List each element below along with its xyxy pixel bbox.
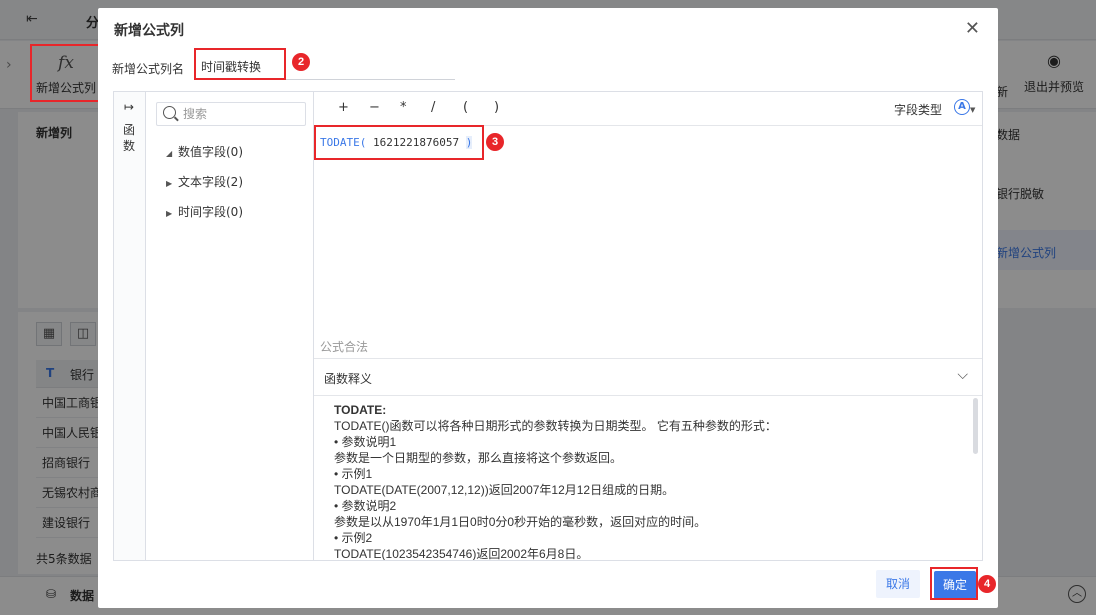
add-formula-column-dialog: 新增公式列 ✕ 新增公式列名 ↦ 函数 ◢ 数值字段(0) ▶ 文本字段(2) ▶ 时… bbox=[98, 8, 998, 608]
formula-textarea[interactable]: TODATE( 1621221876057 ) bbox=[314, 126, 982, 358]
tree-item-label: 时间字段(0) bbox=[178, 205, 243, 219]
caret-right-icon: ▶ bbox=[166, 209, 173, 218]
explanation-line: • 参数说明1 bbox=[334, 435, 397, 449]
minus-operator-button[interactable]: − bbox=[369, 100, 380, 115]
field-panel: ◢ 数值字段(0) ▶ 文本字段(2) ▶ 时间字段(0) bbox=[146, 92, 314, 560]
search-icon bbox=[163, 106, 176, 119]
cancel-button[interactable]: 取消 bbox=[876, 570, 920, 598]
explanation-line: TODATE()函数可以将各种日期形式的参数转换为日期类型。 它有五种参数的形式… bbox=[334, 419, 777, 433]
explanation-line: 参数是一个日期型的参数，那么直接将这个参数返回。 bbox=[334, 451, 623, 465]
close-paren-button[interactable]: ) bbox=[494, 100, 499, 115]
field-search[interactable] bbox=[156, 102, 306, 126]
explanation-line: TODATE(1023542354746)返回2002年6月8日。 bbox=[334, 547, 589, 560]
explanation-line: 参数是以从1970年1月1日0时0分0秒开始的毫秒数，返回对应的时间。 bbox=[334, 515, 707, 529]
open-paren-button[interactable]: ( bbox=[463, 100, 468, 115]
dialog-title: 新增公式列 bbox=[114, 23, 184, 39]
annotation-badge-2: 2 bbox=[292, 53, 310, 71]
field-type-caret-icon[interactable]: ▼ bbox=[970, 106, 975, 114]
annotation-box-3 bbox=[314, 125, 484, 160]
tree-item-label: 文本字段(2) bbox=[178, 175, 243, 189]
explanation-content: TODATE: TODATE()函数可以将各种日期形式的参数转换为日期类型。 它… bbox=[334, 402, 954, 560]
tree-item-time[interactable]: ▶ 时间字段(0) bbox=[166, 203, 243, 220]
explanation-header[interactable]: 函数释义 ⌵ bbox=[314, 358, 982, 396]
plus-operator-button[interactable]: + bbox=[338, 100, 349, 115]
annotation-box-2 bbox=[194, 48, 286, 80]
field-type-text-icon[interactable]: A bbox=[954, 99, 970, 115]
chevron-down-icon[interactable]: ⌵ bbox=[957, 367, 968, 383]
close-icon[interactable]: ✕ bbox=[965, 18, 980, 39]
divide-operator-button[interactable]: / bbox=[431, 100, 435, 115]
explanation-line: • 示例2 bbox=[334, 531, 373, 545]
field-type-label: 字段类型 bbox=[894, 103, 943, 117]
explanation-title: 函数释义 bbox=[324, 372, 373, 386]
expand-function-icon[interactable]: ↦ bbox=[124, 100, 134, 114]
tree-item-text[interactable]: ▶ 文本字段(2) bbox=[166, 173, 243, 190]
caret-right-icon: ▶ bbox=[166, 179, 173, 188]
operator-bar: + − * / ( ) 字段类型 A ▼ bbox=[314, 92, 982, 126]
function-side-tab[interactable]: ↦ 函数 bbox=[114, 92, 146, 560]
annotation-box-1 bbox=[30, 44, 100, 102]
explanation-body: TODATE: TODATE()函数可以将各种日期形式的参数转换为日期类型。 它… bbox=[314, 396, 982, 560]
search-input[interactable] bbox=[183, 105, 301, 123]
explanation-line: • 示例1 bbox=[334, 467, 373, 481]
multiply-operator-button[interactable]: * bbox=[400, 100, 407, 115]
explanation-scrollbar[interactable] bbox=[973, 398, 978, 454]
explanation-line: • 参数说明2 bbox=[334, 499, 397, 513]
function-tab-label: 函数 bbox=[123, 123, 136, 153]
formula-status: 公式合法 bbox=[320, 340, 369, 354]
tree-item-label: 数值字段(0) bbox=[178, 145, 243, 159]
tree-item-numeric[interactable]: ◢ 数值字段(0) bbox=[166, 143, 243, 160]
annotation-box-4 bbox=[930, 567, 978, 600]
explanation-function-name: TODATE: bbox=[334, 403, 387, 417]
formula-editor: ↦ 函数 ◢ 数值字段(0) ▶ 文本字段(2) ▶ 时间字段(0) + − * / … bbox=[113, 91, 983, 561]
annotation-badge-4: 4 bbox=[978, 575, 996, 593]
explanation-line: TODATE(DATE(2007,12,12))返回2007年12月12日组成的… bbox=[334, 483, 675, 497]
caret-expanded-icon: ◢ bbox=[166, 149, 173, 158]
column-name-label: 新增公式列名 bbox=[112, 62, 185, 76]
annotation-badge-3: 3 bbox=[486, 133, 504, 151]
